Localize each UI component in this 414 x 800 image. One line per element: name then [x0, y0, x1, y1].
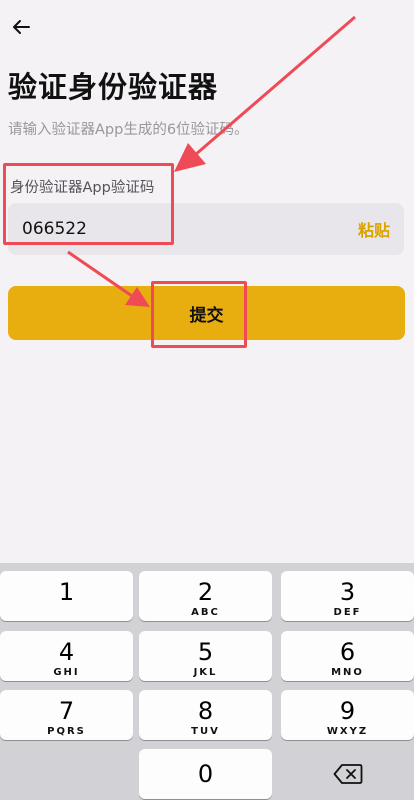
- key-3[interactable]: 3 DEF: [281, 571, 414, 621]
- key-7[interactable]: 7 PQRS: [0, 690, 133, 740]
- key-2[interactable]: 2 ABC: [139, 571, 272, 621]
- page-title: 验证身份验证器: [8, 70, 219, 104]
- page-subtitle: 请输入验证器App生成的6位验证码。: [8, 122, 249, 138]
- key-0[interactable]: 0: [139, 749, 272, 799]
- annotation-box-submit: [151, 281, 247, 348]
- key-4[interactable]: 4 GHI: [0, 631, 133, 681]
- key-1[interactable]: 1: [0, 571, 133, 621]
- key-5[interactable]: 5 JKL: [139, 631, 272, 681]
- numeric-keypad: 1 2 ABC 3 DEF 4 GHI 5 JKL 6 MNO 7 PQRS 8…: [0, 563, 414, 800]
- arrow-left-icon: [13, 20, 30, 34]
- key-8[interactable]: 8 TUV: [139, 690, 272, 740]
- key-9[interactable]: 9 WXYZ: [281, 690, 414, 740]
- paste-button[interactable]: 粘贴: [358, 217, 390, 241]
- delete-key[interactable]: [281, 749, 414, 799]
- back-button[interactable]: [6, 12, 36, 42]
- backspace-icon: [333, 764, 362, 784]
- annotation-box-code: [3, 163, 174, 245]
- key-6[interactable]: 6 MNO: [281, 631, 414, 681]
- annotation-arrowhead-top: [174, 143, 206, 172]
